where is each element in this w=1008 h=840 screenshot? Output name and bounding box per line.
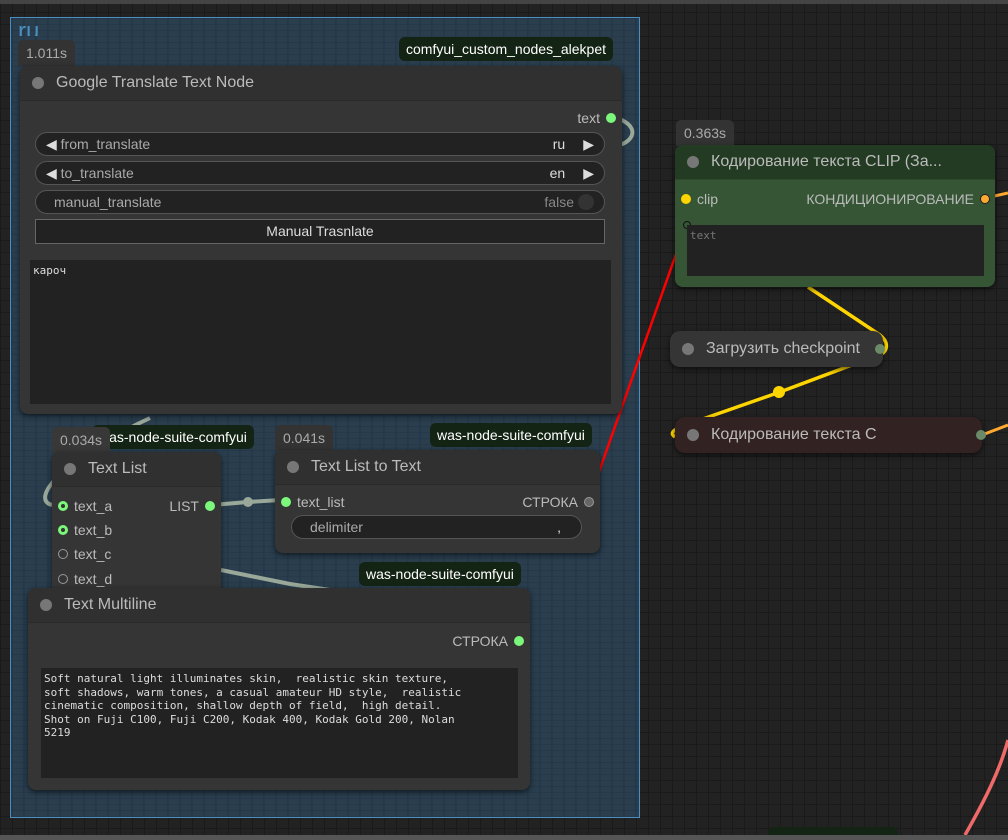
load-checkpoint-node[interactable]: Загрузить checkpoint bbox=[670, 331, 885, 367]
slot-label: СТРОКА bbox=[522, 494, 578, 510]
node-title: Загрузить checkpoint bbox=[706, 340, 860, 357]
collapse-dot-icon[interactable] bbox=[64, 463, 76, 475]
collapse-dot-icon[interactable] bbox=[40, 599, 52, 611]
output-conditioning[interactable]: КОНДИЦИОНИРОВАНИЕ bbox=[806, 191, 990, 207]
text-multiline-node[interactable]: Text Multiline СТРОКА Soft natural light… bbox=[28, 588, 530, 790]
node-title-bar[interactable]: Text List bbox=[52, 452, 221, 487]
collapse-dot-icon[interactable] bbox=[687, 156, 699, 168]
text-input-area[interactable]: Soft natural light illuminates skin, rea… bbox=[41, 668, 518, 778]
node-title: Text List to Text bbox=[311, 458, 421, 475]
text-list-to-text-node[interactable]: Text List to Text text_list СТРОКА delim… bbox=[275, 450, 600, 553]
node-title-bar[interactable]: Text Multiline bbox=[28, 588, 530, 623]
widget-label: delimiter bbox=[310, 519, 363, 535]
node-source-badge: was-node-suite-comfyui bbox=[359, 562, 521, 586]
slot-label: text_b bbox=[74, 522, 113, 538]
input-text-list[interactable]: text_list bbox=[281, 494, 344, 510]
node-source-badge: was-node-suite-comfyui bbox=[92, 425, 254, 449]
input-dot-icon[interactable] bbox=[58, 549, 68, 559]
execution-time-badge: 0.034s bbox=[52, 427, 111, 453]
node-source-badge: comfyui_custom_nodes_alekpet bbox=[399, 37, 614, 61]
input-text-c[interactable]: text_c bbox=[58, 546, 111, 562]
output-string[interactable]: СТРОКА bbox=[522, 494, 594, 510]
arrow-left-icon[interactable]: ◀ bbox=[46, 136, 57, 153]
execution-time-badge: 0.041s bbox=[275, 425, 334, 451]
widget-label: to_translate bbox=[60, 165, 134, 181]
slot-label: text_a bbox=[74, 498, 113, 514]
node-title: Кодирование текста CLIP (За... bbox=[711, 153, 942, 170]
slot-label: text_d bbox=[74, 571, 113, 587]
text-input-area[interactable]: text bbox=[687, 225, 984, 276]
slot-label: СТРОКА bbox=[452, 633, 508, 649]
google-translate-node[interactable]: Google Translate Text Node text ◀ from_t… bbox=[20, 66, 622, 414]
text-input-area[interactable]: кароч bbox=[30, 260, 611, 404]
slot-label: clip bbox=[697, 191, 719, 207]
collapse-dot-icon[interactable] bbox=[287, 461, 299, 473]
input-text-b[interactable]: text_b bbox=[58, 522, 112, 538]
widget-value: en bbox=[549, 165, 566, 181]
node-source-badge: was-node-suite-comfyui bbox=[430, 423, 592, 447]
toggle-knob-icon[interactable] bbox=[578, 194, 594, 210]
input-dot-icon[interactable] bbox=[281, 497, 291, 507]
widget-value: , bbox=[557, 519, 561, 535]
input-clip[interactable]: clip bbox=[681, 191, 718, 207]
bottom-bar bbox=[0, 835, 1008, 840]
manual-translate-button[interactable]: Manual Trasnlate bbox=[35, 219, 605, 244]
output-dot-icon[interactable] bbox=[514, 636, 524, 646]
input-dot-icon[interactable] bbox=[681, 194, 691, 204]
manual-translate-toggle[interactable]: manual_translate false bbox=[35, 190, 605, 214]
slot-label: КОНДИЦИОНИРОВАНИЕ bbox=[806, 191, 974, 207]
arrow-right-icon[interactable]: ▶ bbox=[583, 136, 594, 153]
collapse-dot-icon[interactable] bbox=[687, 429, 699, 441]
collapse-dot-icon[interactable] bbox=[682, 343, 694, 355]
clip-text-encode-node[interactable]: Кодирование текста CLIP (За... clip КОНД… bbox=[675, 145, 995, 287]
link-multiline bbox=[220, 568, 331, 592]
link-midpoint bbox=[773, 386, 785, 398]
output-dot-icon[interactable] bbox=[606, 113, 616, 123]
slot-label: text_c bbox=[74, 546, 112, 562]
execution-time-badge: 1.011s bbox=[18, 40, 75, 66]
collapse-dot-icon[interactable] bbox=[32, 77, 44, 89]
node-title-bar[interactable]: Кодирование текста CLIP (За... bbox=[675, 145, 995, 180]
widget-value: ru bbox=[552, 136, 566, 152]
node-title: Кодирование текста С bbox=[711, 426, 877, 443]
node-title: Text Multiline bbox=[64, 596, 157, 613]
top-bar bbox=[0, 0, 1008, 4]
input-text-a[interactable]: text_a bbox=[58, 498, 112, 514]
widget-value: false bbox=[544, 194, 574, 210]
input-text-d[interactable]: text_d bbox=[58, 571, 112, 587]
input-dot-icon[interactable] bbox=[58, 525, 68, 535]
arrow-left-icon[interactable]: ◀ bbox=[46, 165, 57, 182]
node-title: Text List bbox=[88, 460, 147, 477]
widget-label: manual_translate bbox=[54, 194, 162, 210]
output-dot-icon[interactable] bbox=[205, 501, 215, 511]
slot-label: LIST bbox=[169, 498, 199, 514]
slot-label: text_list bbox=[297, 494, 345, 510]
output-string[interactable]: СТРОКА bbox=[452, 633, 524, 649]
output-dot-icon[interactable] bbox=[875, 344, 885, 354]
arrow-right-icon[interactable]: ▶ bbox=[583, 165, 594, 182]
output-text[interactable]: text bbox=[577, 110, 616, 126]
link-pink bbox=[963, 739, 1008, 836]
output-list[interactable]: LIST bbox=[169, 498, 215, 514]
input-dot-icon[interactable] bbox=[58, 501, 68, 511]
clip-text-encode-node-2[interactable]: Кодирование текста С bbox=[675, 417, 986, 453]
node-title-bar[interactable]: Google Translate Text Node bbox=[20, 66, 622, 101]
node-title: Google Translate Text Node bbox=[56, 74, 255, 91]
from-translate-combo[interactable]: ◀ from_translate ru ▶ bbox=[35, 132, 605, 156]
node-title-bar[interactable]: Text List to Text bbox=[275, 450, 600, 485]
input-dot-icon[interactable] bbox=[58, 574, 68, 584]
output-dot-icon[interactable] bbox=[584, 497, 594, 507]
delimiter-field[interactable]: delimiter, bbox=[291, 515, 582, 539]
widget-label: from_translate bbox=[60, 136, 151, 152]
to-translate-combo[interactable]: ◀ to_translate en ▶ bbox=[35, 161, 605, 185]
execution-time-badge: 0.363s bbox=[676, 120, 735, 146]
link-midpoint bbox=[243, 497, 253, 507]
slot-label: text bbox=[577, 110, 600, 126]
output-dot-icon[interactable] bbox=[976, 430, 986, 440]
output-dot-icon[interactable] bbox=[980, 194, 990, 204]
